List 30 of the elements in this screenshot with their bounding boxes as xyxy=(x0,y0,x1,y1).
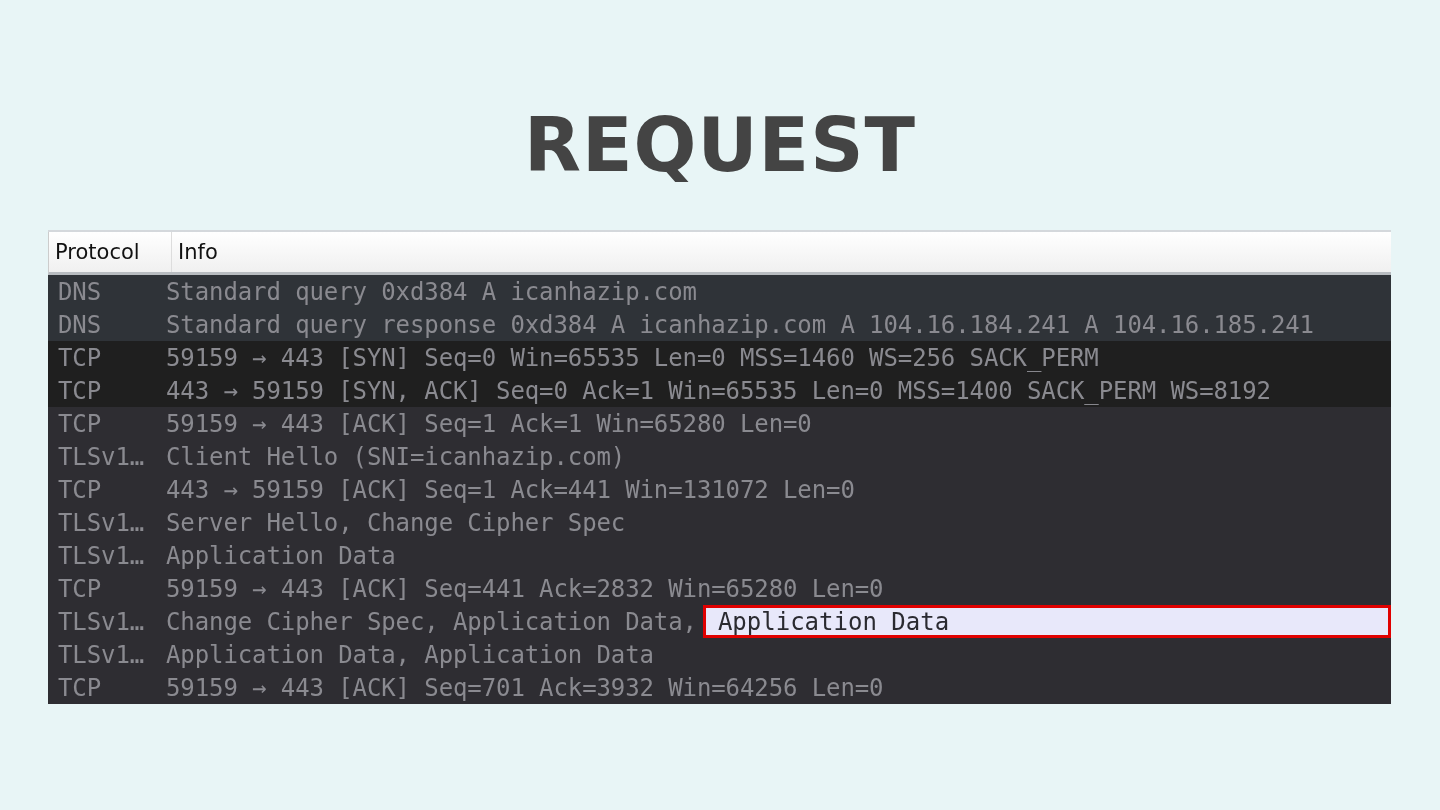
column-header[interactable]: Protocol xyxy=(49,232,172,272)
packet-row[interactable]: DNS Standard query 0xd384 A icanhazip.com xyxy=(48,275,1391,308)
info-cell-text: Server Hello, Change Cipher Spec xyxy=(166,507,626,539)
info-cell-text: 59159 → 443 [ACK] Seq=1 Ack=1 Win=65280 Len=0 xyxy=(166,408,812,440)
packet-row[interactable]: DNS Standard query response 0xd384 A icanhazip.com A 104.16.184.241 A 104.16.185.241 xyxy=(48,308,1391,341)
packet-row[interactable]: TCP 59159 → 443 [ACK] Seq=441 Ack=2832 Win=65280 Len=0 xyxy=(48,572,1391,605)
packet-row[interactable]: TLSv1… Client Hello (SNI=icanhazip.com) xyxy=(48,440,1391,473)
slide-title: REQUEST xyxy=(524,101,916,190)
packet-row[interactable]: TCP 59159 → 443 [ACK] Seq=1 Ack=1 Win=65280 Len=0 xyxy=(48,407,1391,440)
packet-row[interactable]: TLSv1… Application Data, Application Data xyxy=(48,638,1391,671)
packet-row[interactable]: TCP 443 → 59159 [SYN, ACK] Seq=0 Ack=1 Win=65535 Len=0 MSS=1400 SACK_PERM WS=8192 xyxy=(48,374,1391,407)
column-header[interactable]: Info xyxy=(172,232,1391,272)
info-cell-text: 443 → 59159 [SYN, ACK] Seq=0 Ack=1 Win=65535 Len=0 MSS=1400 SACK_PERM WS=8192 xyxy=(166,375,1271,407)
packet-row[interactable]: TLSv1… Change Cipher Spec, Application Data, Application Data xyxy=(48,605,1391,638)
info-cell-text: 59159 → 443 [ACK] Seq=701 Ack=3932 Win=64256 Len=0 xyxy=(166,672,884,704)
packet-row[interactable]: TCP 59159 → 443 [SYN] Seq=0 Win=65535 Len=0 MSS=1460 WS=256 SACK_PERM xyxy=(48,341,1391,374)
info-cell-text: Application Data, Application Data xyxy=(166,639,654,671)
packet-row[interactable]: TLSv1… Application Data xyxy=(48,539,1391,572)
highlighted-text: Application Data xyxy=(702,605,1391,638)
packet-row[interactable]: TCP 59159 → 443 [ACK] Seq=701 Ack=3932 Win=64256 Len=0 xyxy=(48,671,1391,704)
info-cell-text: Application Data xyxy=(166,540,396,572)
info-cell-text: 443 → 59159 [ACK] Seq=1 Ack=441 Win=131072 Len=0 xyxy=(166,474,855,506)
info-cell-text: Change Cipher Spec, Application Data, xyxy=(166,606,697,638)
info-cell-text: Standard query response 0xd384 A icanhazip.com A 104.16.184.241 A 104.16.185.241 xyxy=(166,309,1314,341)
packet-row[interactable]: TCP 443 → 59159 [ACK] Seq=1 Ack=441 Win=131072 Len=0 xyxy=(48,473,1391,506)
packet-row[interactable]: TLSv1… Server Hello, Change Cipher Spec xyxy=(48,506,1391,539)
info-cell-text: 59159 → 443 [SYN] Seq=0 Win=65535 Len=0 MSS=1460 WS=256 SACK_PERM xyxy=(166,342,1099,374)
info-cell-text: Client Hello (SNI=icanhazip.com) xyxy=(166,441,626,473)
info-cell-text: 59159 → 443 [ACK] Seq=441 Ack=2832 Win=65280 Len=0 xyxy=(166,573,884,605)
info-cell-text: Standard query 0xd384 A icanhazip.com xyxy=(166,276,697,308)
